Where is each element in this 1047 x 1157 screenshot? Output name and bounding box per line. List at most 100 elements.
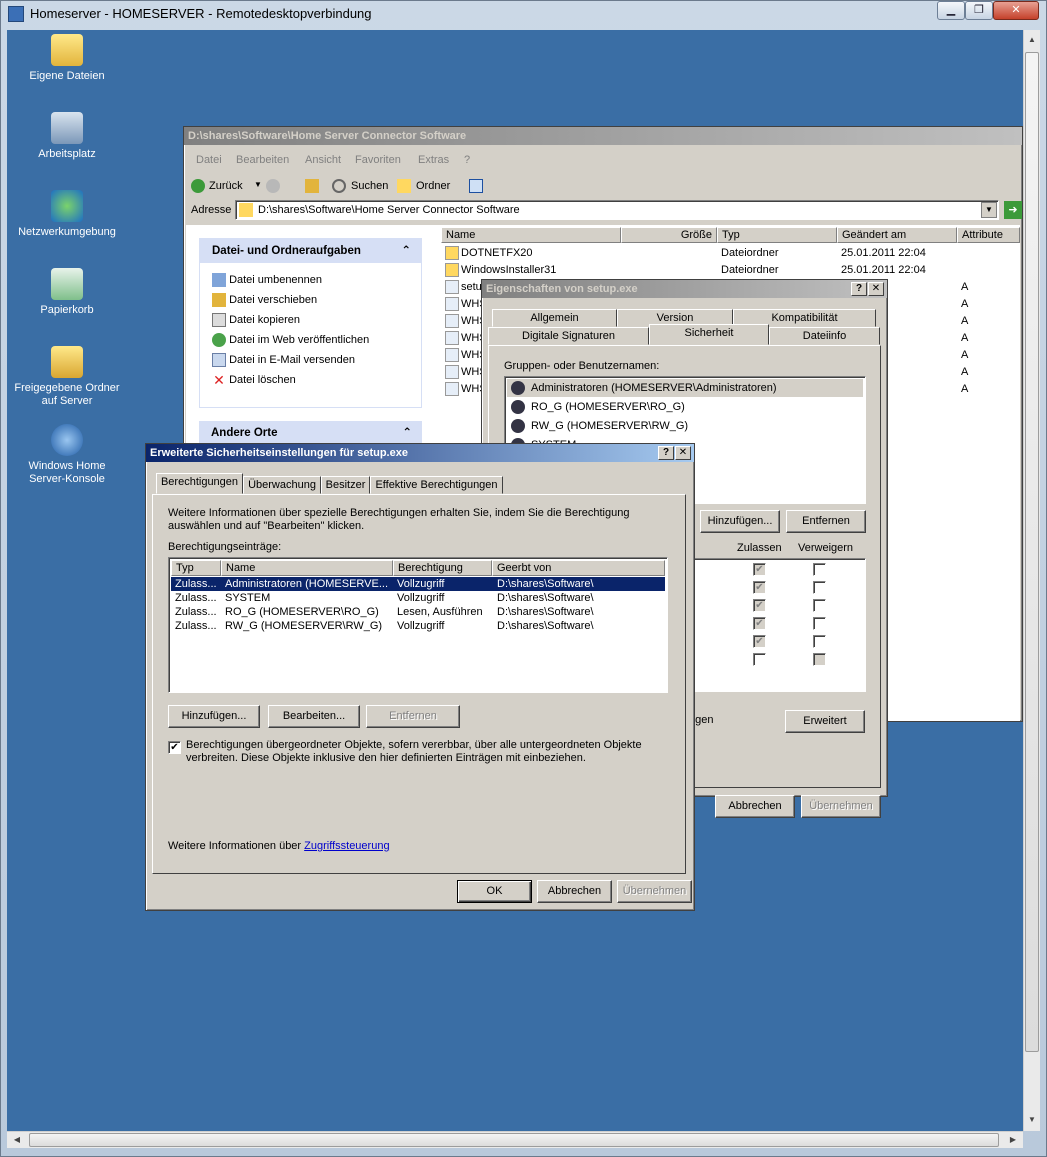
- task-email[interactable]: Datei in E-Mail versenden: [212, 353, 355, 367]
- scroll-left-icon[interactable]: ◀: [9, 1132, 25, 1148]
- access-control-link[interactable]: Zugriffssteuerung: [304, 840, 389, 852]
- back-dropdown-icon[interactable]: ▼: [254, 180, 262, 189]
- help-button[interactable]: ?: [658, 446, 674, 460]
- inherit-checkbox[interactable]: ✔: [168, 741, 181, 754]
- tab-security[interactable]: Sicherheit: [649, 324, 769, 345]
- address-dropdown-icon[interactable]: ▼: [981, 202, 997, 218]
- col-name[interactable]: Name: [441, 227, 621, 243]
- col-type[interactable]: Typ: [717, 227, 837, 243]
- apply-button[interactable]: Übernehmen: [801, 795, 881, 818]
- permission-entry-row[interactable]: Zulass... SYSTEM Vollzugriff D:\shares\Soft…: [171, 591, 665, 605]
- apply-button[interactable]: Übernehmen: [617, 880, 692, 903]
- file-row[interactable]: DOTNETFX20 Dateiordner 25.01.2011 22:04: [441, 245, 1020, 262]
- group-row[interactable]: RO_G (HOMESERVER\RO_G): [507, 398, 863, 416]
- group-row[interactable]: RW_G (HOMESERVER\RW_G): [507, 417, 863, 435]
- search-icon[interactable]: [332, 179, 346, 193]
- go-arrow-icon[interactable]: ➜: [1004, 201, 1022, 219]
- col-inherited-from[interactable]: Geerbt von: [492, 560, 665, 576]
- deny-checkbox[interactable]: [813, 635, 826, 648]
- allow-checkbox[interactable]: ✔: [753, 635, 766, 648]
- edit-button[interactable]: Bearbeiten...: [268, 705, 360, 728]
- desktop-icon-my-documents[interactable]: Eigene Dateien: [12, 34, 122, 83]
- file-row[interactable]: WindowsInstaller31 Dateiordner 25.01.2011 …: [441, 262, 1020, 279]
- forward-arrow-icon[interactable]: [266, 179, 280, 193]
- add-button[interactable]: Hinzufügen...: [168, 705, 260, 728]
- cancel-button[interactable]: Abbrechen: [715, 795, 795, 818]
- cancel-button[interactable]: Abbrechen: [537, 880, 612, 903]
- tab-effective-permissions[interactable]: Effektive Berechtigungen: [370, 476, 503, 494]
- address-field[interactable]: D:\shares\Software\Home Server Connector…: [235, 200, 999, 220]
- menu-view[interactable]: Ansicht: [305, 154, 341, 166]
- search-button[interactable]: Suchen: [351, 180, 388, 192]
- permission-entry-row[interactable]: Zulass... RW_G (HOMESERVER\RW_G) Vollzugri…: [171, 619, 665, 633]
- group-row[interactable]: Administratoren (HOMESERVER\Administrato…: [507, 379, 863, 397]
- vertical-scroll-thumb[interactable]: [1025, 52, 1039, 1052]
- collapse-icon[interactable]: ⌃: [402, 421, 412, 445]
- task-delete[interactable]: ✕ Datei löschen: [212, 373, 296, 387]
- col-size[interactable]: Größe: [621, 227, 717, 243]
- folder-up-icon[interactable]: [305, 179, 319, 193]
- deny-checkbox[interactable]: [813, 617, 826, 630]
- folders-icon[interactable]: [397, 179, 411, 193]
- task-move[interactable]: Datei verschieben: [212, 293, 317, 307]
- col-attributes[interactable]: Attribute: [957, 227, 1020, 243]
- deny-checkbox[interactable]: [813, 581, 826, 594]
- remove-button[interactable]: Entfernen: [786, 510, 866, 533]
- back-arrow-icon[interactable]: [191, 179, 205, 193]
- tab-file-info[interactable]: Dateiinfo: [769, 327, 880, 345]
- vertical-scrollbar[interactable]: ▲ ▼: [1023, 30, 1040, 1131]
- horizontal-scroll-thumb[interactable]: [29, 1133, 999, 1147]
- task-publish[interactable]: Datei im Web veröffentlichen: [212, 333, 369, 347]
- restore-button[interactable]: ❐: [965, 1, 993, 20]
- close-button[interactable]: ✕: [993, 1, 1039, 20]
- permission-entry-row[interactable]: Zulass... Administratoren (HOMESERVE... Vo…: [171, 577, 665, 591]
- deny-checkbox[interactable]: [813, 653, 826, 666]
- tab-general[interactable]: Allgemein: [492, 309, 617, 327]
- remove-button[interactable]: Entfernen: [366, 705, 460, 728]
- desktop-icon-network[interactable]: Netzwerkumgebung: [12, 190, 122, 239]
- col-modified[interactable]: Geändert am: [837, 227, 957, 243]
- horizontal-scrollbar[interactable]: ◀ ▶: [7, 1131, 1023, 1148]
- menu-edit[interactable]: Bearbeiten: [236, 154, 289, 166]
- other-places-header[interactable]: Andere Orte ⌃: [199, 421, 422, 445]
- col-type[interactable]: Typ: [171, 560, 221, 576]
- advanced-button[interactable]: Erweitert: [785, 710, 865, 733]
- folders-button[interactable]: Ordner: [416, 180, 450, 192]
- col-permission[interactable]: Berechtigung: [393, 560, 492, 576]
- menu-help[interactable]: ?: [464, 154, 470, 166]
- minimize-button[interactable]: ▁: [937, 1, 965, 20]
- scroll-right-icon[interactable]: ▶: [1005, 1132, 1021, 1148]
- task-panel-header[interactable]: Datei- und Ordneraufgaben ⌃: [200, 239, 421, 263]
- allow-checkbox[interactable]: [753, 653, 766, 666]
- deny-checkbox[interactable]: [813, 563, 826, 576]
- entries-list[interactable]: Typ Name Berechtigung Geerbt von Zulass.…: [168, 557, 668, 693]
- task-rename[interactable]: Datei umbenennen: [212, 273, 322, 287]
- task-copy[interactable]: Datei kopieren: [212, 313, 300, 327]
- tab-digital-signatures[interactable]: Digitale Signaturen: [488, 327, 649, 345]
- permission-entry-row[interactable]: Zulass... RO_G (HOMESERVER\RO_G) Lesen, Au…: [171, 605, 665, 619]
- tab-permissions[interactable]: Berechtigungen: [156, 473, 243, 494]
- scroll-up-icon[interactable]: ▲: [1024, 32, 1040, 48]
- deny-checkbox[interactable]: [813, 599, 826, 612]
- views-icon[interactable]: [469, 179, 483, 193]
- help-button[interactable]: ?: [851, 282, 867, 296]
- desktop-icon-recycle-bin[interactable]: Papierkorb: [12, 268, 122, 317]
- allow-checkbox[interactable]: ✔: [753, 599, 766, 612]
- menu-file[interactable]: Datei: [196, 154, 222, 166]
- allow-checkbox[interactable]: ✔: [753, 617, 766, 630]
- add-button[interactable]: Hinzufügen...: [700, 510, 780, 533]
- close-button[interactable]: ✕: [675, 446, 691, 460]
- menu-favorites[interactable]: Favoriten: [355, 154, 401, 166]
- close-button[interactable]: ✕: [868, 282, 884, 296]
- collapse-icon[interactable]: ⌃: [401, 239, 411, 263]
- desktop-icon-home-server-console[interactable]: Windows Home Server-Konsole: [12, 424, 122, 486]
- tab-auditing[interactable]: Überwachung: [243, 476, 321, 494]
- scroll-down-icon[interactable]: ▼: [1024, 1112, 1040, 1128]
- col-name[interactable]: Name: [221, 560, 393, 576]
- desktop-icon-shared-folders[interactable]: Freigegebene Ordner auf Server: [12, 346, 122, 408]
- back-button[interactable]: Zurück: [209, 180, 243, 192]
- ok-button[interactable]: OK: [457, 880, 532, 903]
- desktop-icon-my-computer[interactable]: Arbeitsplatz: [12, 112, 122, 161]
- allow-checkbox[interactable]: ✔: [753, 581, 766, 594]
- allow-checkbox[interactable]: ✔: [753, 563, 766, 576]
